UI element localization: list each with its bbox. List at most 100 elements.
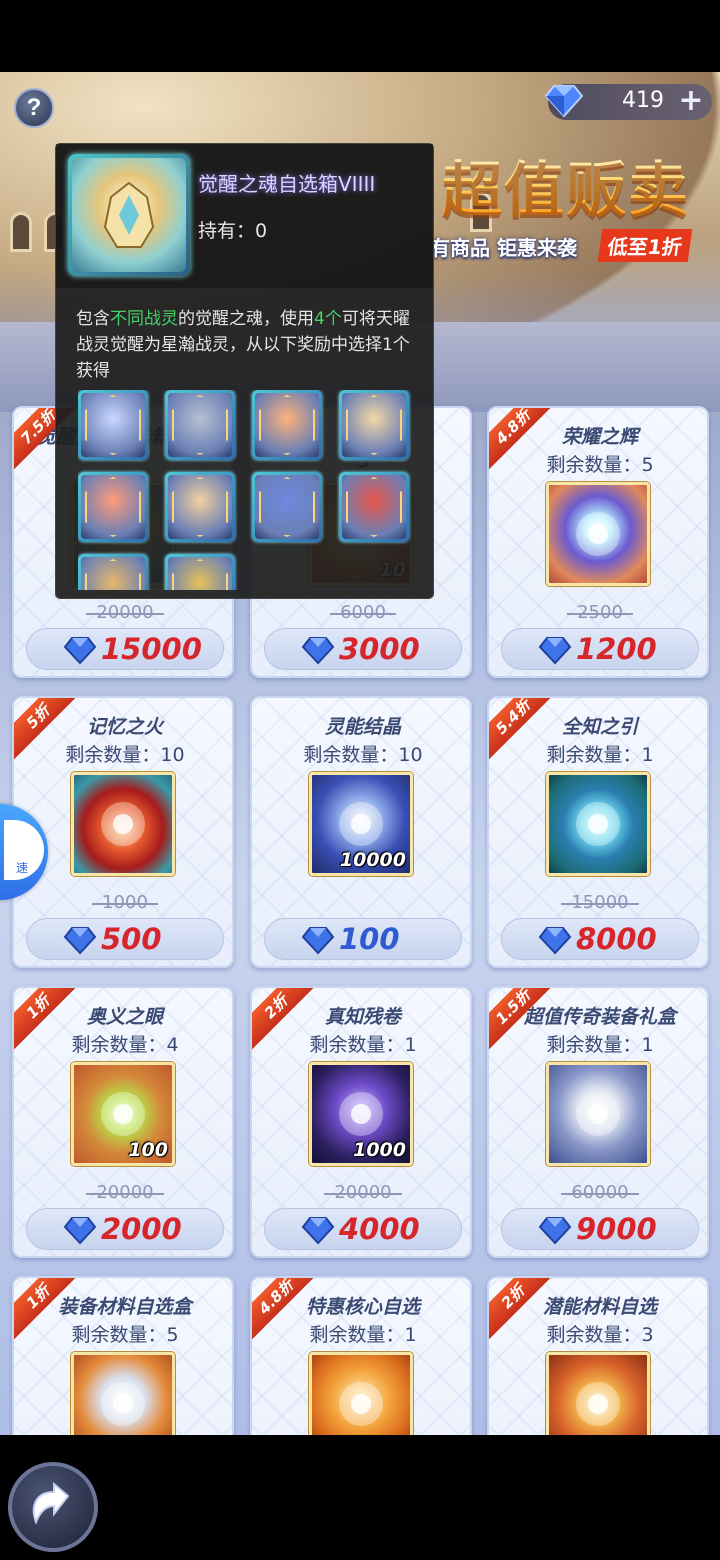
original-price-value: 20000: [90, 602, 159, 623]
reward-option[interactable]: [165, 554, 235, 590]
reward-option[interactable]: [165, 472, 235, 542]
back-arrow-icon: [32, 1481, 70, 1525]
awakening-box-icon: [72, 158, 186, 272]
diamond-icon: [63, 637, 97, 665]
reward-option[interactable]: [78, 390, 148, 460]
item-quantity: 10000: [339, 849, 406, 871]
desc-part: 的觉醒之魂，使用: [178, 309, 314, 329]
reward-option[interactable]: [252, 390, 322, 460]
original-price-value: 20000: [328, 1182, 397, 1203]
original-price: 20000: [14, 602, 232, 623]
reward-option[interactable]: [339, 472, 409, 542]
diamond-icon: [63, 1217, 97, 1245]
original-price: 20000: [252, 1182, 470, 1203]
item-remaining: 剩余数量：1: [309, 1034, 417, 1056]
sale-price: 1200: [576, 632, 657, 666]
back-button[interactable]: [8, 1462, 98, 1552]
item-tooltip: 觉醒之魂自选箱VIIII 持有：0 包含不同战灵的觉醒之魂，使用4个可将天曜战灵…: [56, 144, 433, 598]
diamond-icon: [301, 927, 335, 955]
reward-option[interactable]: [78, 554, 148, 590]
add-currency-button[interactable]: +: [678, 86, 704, 116]
buy-button[interactable]: 8000: [501, 918, 699, 960]
diamond-icon: [538, 637, 572, 665]
shop-item-card[interactable]: 装备材料自选盒 剩余数量：5 1折: [12, 1276, 234, 1435]
tooltip-item-frame: [68, 154, 190, 276]
castle-window: [10, 212, 32, 252]
sale-price: 2000: [101, 1212, 182, 1246]
buy-button[interactable]: 100: [264, 918, 462, 960]
original-price-value: 60000: [565, 1182, 634, 1203]
item-remaining: 剩余数量：4: [71, 1034, 179, 1056]
buy-button[interactable]: 500: [26, 918, 224, 960]
tooltip-title: 觉醒之魂自选箱VIIII: [198, 172, 376, 196]
screen: ? 419 + 超值贩卖 有商品 钜惠来袭 低至1折 觉醒之魂自选箱VIIII: [0, 0, 720, 1560]
shop-item-card[interactable]: 记忆之火 剩余数量：10 1000 500 5折: [12, 696, 234, 968]
item-art-icon: [576, 512, 620, 556]
currency-amount: 419: [622, 88, 664, 113]
banner-subtitle: 有商品 钜惠来袭: [430, 236, 577, 260]
item-remaining: 剩余数量：10: [303, 744, 423, 766]
original-price-value: 6000: [334, 602, 392, 623]
help-button[interactable]: ?: [14, 88, 54, 128]
shop-item-card[interactable]: 特惠核心自选 剩余数量：1 4.8折: [250, 1276, 472, 1435]
diamond-icon: [538, 1217, 572, 1245]
original-price: 60000: [489, 1182, 707, 1203]
item-icon: [546, 772, 650, 876]
item-name: 灵能结晶: [324, 716, 401, 738]
reward-grid: [78, 390, 412, 590]
reward-option[interactable]: [165, 390, 235, 460]
item-remaining: 剩余数量：10: [65, 744, 185, 766]
shop-item-card[interactable]: 荣耀之辉 剩余数量：5 2500 1200 4.8折: [487, 406, 709, 678]
reward-option[interactable]: [252, 472, 322, 542]
tooltip-description: 包含不同战灵的觉醒之魂，使用4个可将天曜战灵觉醒为星瀚战灵，从以下奖励中选择1个…: [76, 306, 416, 384]
item-art-icon: [101, 1382, 145, 1426]
item-icon: 10000: [309, 772, 413, 876]
sale-price: 500: [101, 922, 162, 956]
desc-highlight: 4个: [314, 309, 342, 329]
sale-price: 15000: [101, 632, 202, 666]
reward-option[interactable]: [339, 390, 409, 460]
buy-button[interactable]: 15000: [26, 628, 224, 670]
reward-option[interactable]: [78, 472, 148, 542]
item-icon: [309, 1352, 413, 1435]
diamond-icon: [301, 637, 335, 665]
shop-item-card[interactable]: 全知之引 剩余数量：1 15000 8000 5.4折: [487, 696, 709, 968]
shop-item-card[interactable]: 奥义之眼 剩余数量：4 100 20000 2000 1折: [12, 986, 234, 1258]
buy-button[interactable]: 4000: [264, 1208, 462, 1250]
buy-button[interactable]: 3000: [264, 628, 462, 670]
item-icon: [546, 1352, 650, 1435]
speed-label: 速: [16, 861, 29, 875]
item-icon: 1000: [309, 1062, 413, 1166]
tooltip-owned: 持有：0: [198, 220, 268, 242]
helmet-icon: [103, 181, 155, 248]
original-price: 2500: [489, 602, 707, 623]
shop-item-card[interactable]: 潜能材料自选 剩余数量：3 2折: [487, 1276, 709, 1435]
original-price: 1000: [14, 892, 232, 913]
buy-button[interactable]: 2000: [26, 1208, 224, 1250]
shop-item-card[interactable]: 超值传奇装备礼盒 剩余数量：1 60000 9000 1.5折: [487, 986, 709, 1258]
original-price-value: 2500: [571, 602, 629, 623]
item-icon: [71, 1352, 175, 1435]
item-remaining: 剩余数量：5: [546, 454, 654, 476]
buy-button[interactable]: 1200: [501, 628, 699, 670]
bottom-bar: [0, 1435, 720, 1560]
diamond-icon: [301, 1217, 335, 1245]
banner-title: 超值贩卖: [442, 142, 702, 226]
shop-item-card[interactable]: 灵能结晶 剩余数量：10 10000 100: [250, 696, 472, 968]
sale-price: 9000: [576, 1212, 657, 1246]
item-art-icon: [576, 1092, 620, 1136]
sale-price: 4000: [339, 1212, 420, 1246]
item-remaining: 剩余数量：1: [546, 744, 654, 766]
shop-item-card[interactable]: 真知残卷 剩余数量：1 1000 20000 4000 2折: [250, 986, 472, 1258]
diamond-icon: [544, 85, 584, 118]
item-remaining: 剩余数量：1: [546, 1034, 654, 1056]
item-art-icon: [339, 1382, 383, 1426]
buy-button[interactable]: 9000: [501, 1208, 699, 1250]
item-icon: [71, 772, 175, 876]
original-price-value: 1000: [96, 892, 154, 913]
desc-highlight: 不同战灵: [110, 309, 178, 329]
status-bar: [0, 0, 720, 72]
currency-bar: 419 +: [544, 84, 712, 120]
desc-part: 包含: [76, 309, 110, 329]
item-quantity: 100: [128, 1139, 168, 1161]
